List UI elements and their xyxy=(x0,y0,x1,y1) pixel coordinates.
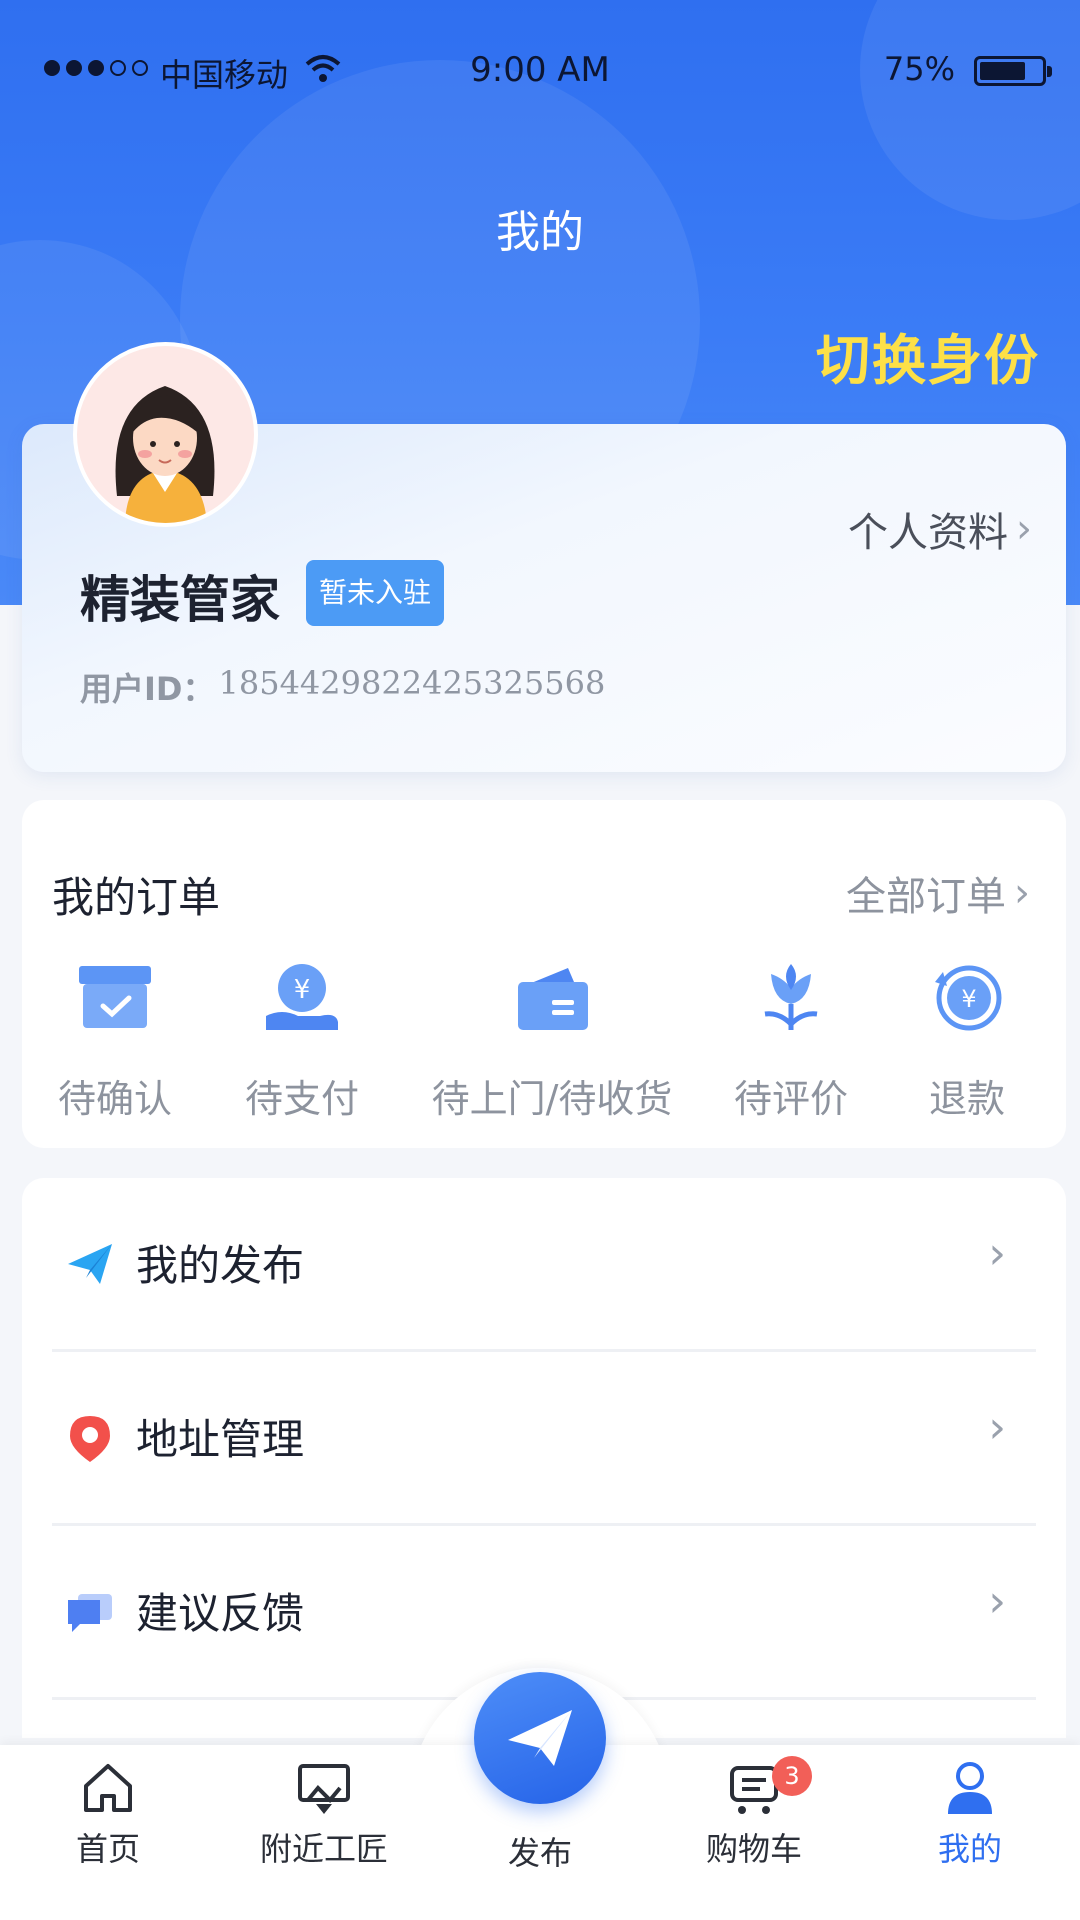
chat-bubble-icon xyxy=(68,1594,112,1632)
user-id-label: 用户ID： xyxy=(80,670,215,708)
battery-icon xyxy=(974,56,1052,86)
publish-button[interactable] xyxy=(474,1672,606,1804)
svg-text:¥: ¥ xyxy=(294,975,311,1005)
status-bar: 中国移动 9:00 AM 75% xyxy=(0,40,1080,104)
map-icon xyxy=(298,1764,350,1814)
order-label: 待确认 xyxy=(57,1077,172,1121)
box-check-icon xyxy=(67,950,163,1046)
paper-plane-icon xyxy=(508,1710,572,1766)
order-label: 退款 xyxy=(928,1077,1005,1121)
order-label: 待支付 xyxy=(244,1077,359,1121)
order-label: 待评价 xyxy=(733,1077,848,1121)
svg-text:¥: ¥ xyxy=(961,985,976,1013)
order-pending-confirm[interactable]: 待确认 xyxy=(50,950,180,1123)
chevron-right-icon: › xyxy=(988,1576,1006,1627)
page-title: 我的 xyxy=(496,207,584,258)
chevron-right-icon: › xyxy=(1014,870,1030,916)
menu-item-address[interactable]: 地址管理 › xyxy=(52,1352,1036,1526)
menu-item-my-posts[interactable]: 我的发布 › xyxy=(52,1178,1036,1352)
all-orders-label: 全部订单 xyxy=(846,874,1006,920)
order-pending-payment[interactable]: ¥ 待支付 xyxy=(237,950,367,1123)
all-orders-link[interactable]: 全部订单 › xyxy=(846,864,1030,922)
tab-label: 我的 xyxy=(937,1830,1002,1868)
tab-mine[interactable]: 我的 xyxy=(890,1758,1050,1870)
switch-identity-button[interactable]: 切换身份 xyxy=(816,316,1040,395)
username: 精装管家 xyxy=(80,571,280,629)
location-pin-icon xyxy=(70,1416,110,1462)
personal-info-link[interactable]: 个人资料 › xyxy=(848,500,1032,558)
menu-label: 建议反馈 xyxy=(136,1589,305,1638)
user-id: 用户ID： 1854429822425325568 xyxy=(80,664,605,710)
wallet-icon xyxy=(504,950,600,1046)
battery-percent: 75% xyxy=(883,50,955,88)
chevron-right-icon: › xyxy=(1016,506,1032,552)
order-pending-review[interactable]: 待评价 xyxy=(726,950,856,1123)
status-badge: 暂未入驻 xyxy=(306,560,444,626)
personal-info-label: 个人资料 xyxy=(848,510,1008,556)
coin-hand-icon: ¥ xyxy=(254,950,350,1046)
cart-count-badge: 3 xyxy=(772,1756,812,1796)
paper-plane-icon xyxy=(68,1244,112,1284)
person-icon xyxy=(948,1762,992,1814)
menu-label: 地址管理 xyxy=(136,1415,305,1464)
avatar[interactable] xyxy=(73,342,258,527)
home-icon xyxy=(84,1764,132,1812)
orders-card: 我的订单 全部订单 › 待确认 ¥ 待支付 待上门/待收货 待评价 ¥ 退款 xyxy=(22,800,1066,1148)
order-refund[interactable]: ¥ 退款 xyxy=(902,950,1032,1123)
refund-icon: ¥ xyxy=(919,950,1015,1046)
order-pending-delivery[interactable]: 待上门/待收货 xyxy=(422,950,682,1123)
menu-card: 我的发布 › 地址管理 › 建议反馈 › xyxy=(22,1178,1066,1738)
flower-icon xyxy=(743,950,839,1046)
chevron-right-icon: › xyxy=(988,1402,1006,1453)
avatar-illustration xyxy=(115,386,215,523)
menu-label: 我的发布 xyxy=(136,1241,305,1290)
tab-label: 购物车 xyxy=(705,1830,802,1868)
orders-title: 我的订单 xyxy=(52,873,221,922)
chevron-right-icon: › xyxy=(988,1228,1006,1279)
order-label: 待上门/待收货 xyxy=(431,1077,673,1121)
user-id-value: 1854429822425325568 xyxy=(218,664,606,702)
